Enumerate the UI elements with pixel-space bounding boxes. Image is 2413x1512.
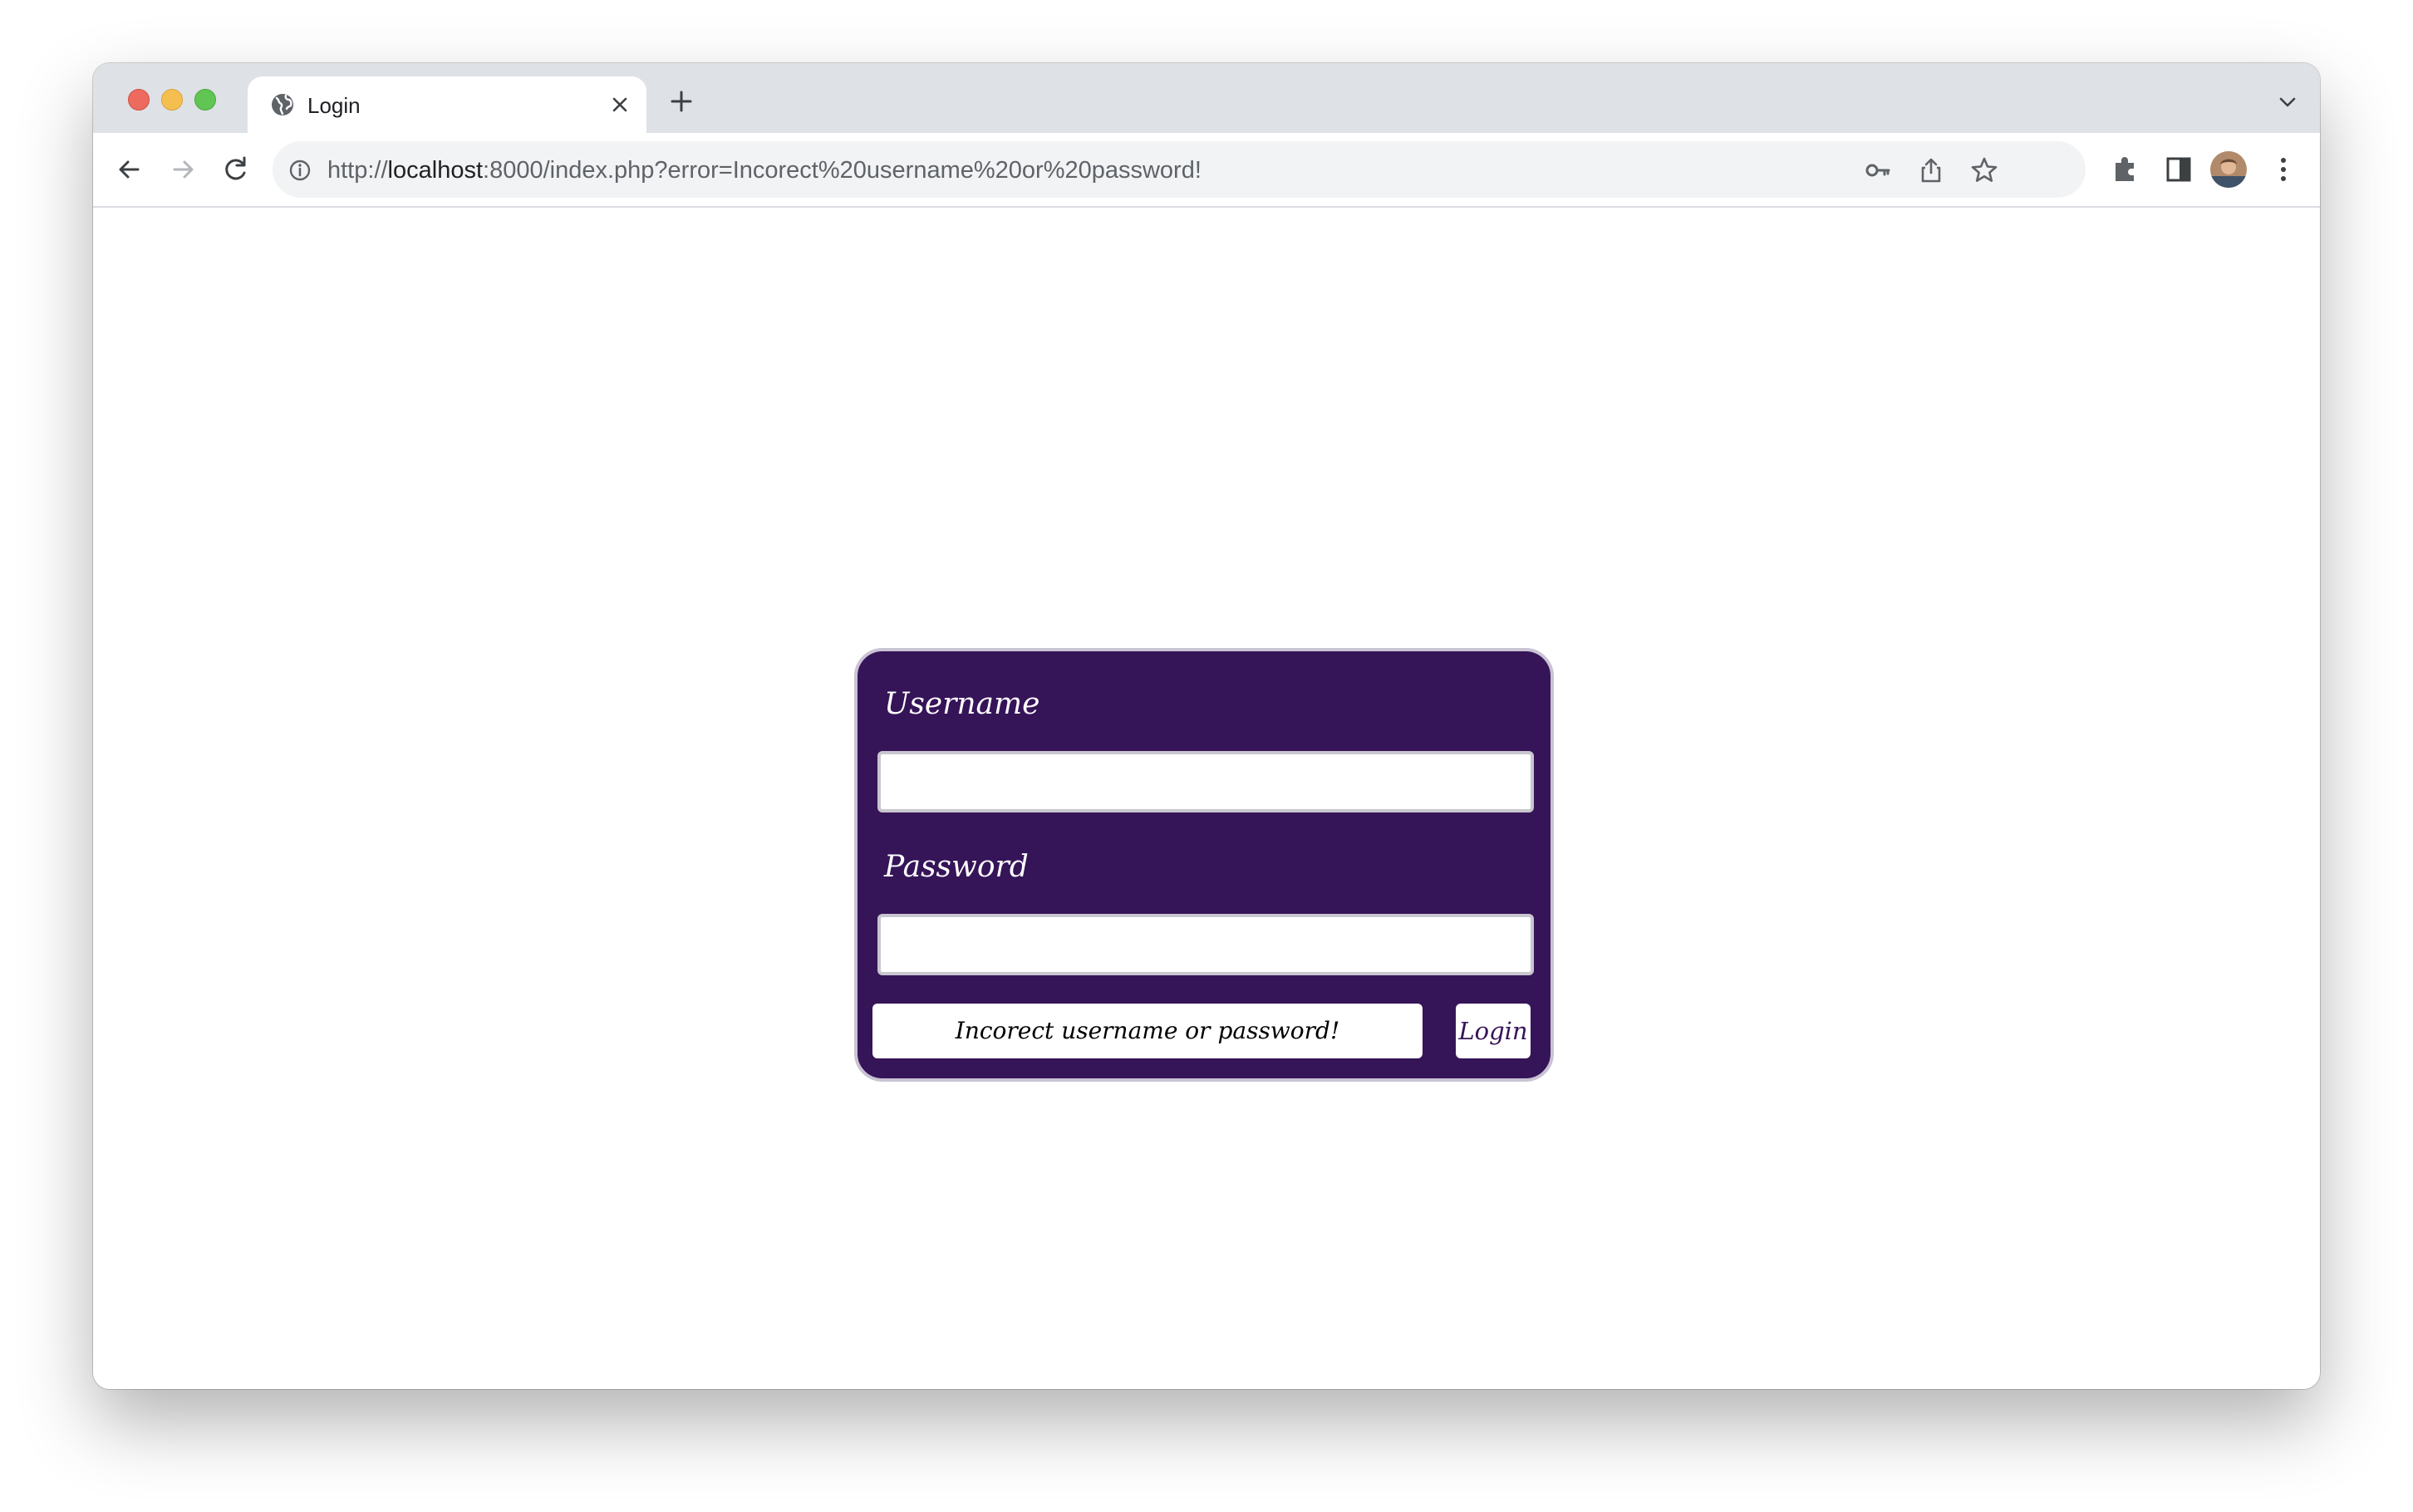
- globe-icon: [272, 94, 293, 115]
- back-arrow-icon[interactable]: [111, 151, 148, 188]
- login-button[interactable]: Login: [1456, 1004, 1531, 1058]
- forward-arrow-icon[interactable]: [165, 151, 201, 188]
- tab-strip: Login: [93, 63, 2320, 133]
- extensions-puzzle-icon[interactable]: [2107, 151, 2144, 188]
- site-info-icon[interactable]: [287, 158, 312, 183]
- page-content: Username Password Incorect username or p…: [93, 208, 2320, 1389]
- close-tab-icon[interactable]: [607, 91, 633, 118]
- address-bar[interactable]: http://localhost:8000/index.php?error=In…: [273, 141, 2086, 198]
- url-text[interactable]: http://localhost:8000/index.php?error=In…: [327, 156, 1202, 184]
- new-tab-icon[interactable]: [665, 85, 698, 118]
- username-input[interactable]: [877, 751, 1534, 812]
- bookmark-star-icon[interactable]: [1969, 155, 1999, 185]
- close-window-button[interactable]: [128, 89, 150, 110]
- tab-search-chevron-icon[interactable]: [2275, 90, 2300, 115]
- reload-icon[interactable]: [218, 151, 254, 188]
- password-label: Password: [884, 850, 1029, 884]
- url-host: localhost: [387, 157, 484, 184]
- password-input[interactable]: [877, 914, 1534, 975]
- login-form: Username Password Incorect username or p…: [854, 648, 1554, 1082]
- browser-window: Login http://localhost:8000/index.php?er…: [93, 63, 2320, 1389]
- username-label: Username: [884, 687, 1040, 721]
- profile-avatar-icon: [2210, 151, 2247, 188]
- share-icon[interactable]: [1916, 155, 1946, 185]
- password-key-icon[interactable]: [1863, 155, 1893, 185]
- minimize-window-button[interactable]: [161, 89, 183, 110]
- tab-title: Login: [307, 93, 361, 118]
- url-scheme: http://: [327, 157, 388, 184]
- more-menu-icon[interactable]: [2265, 151, 2302, 188]
- browser-toolbar: http://localhost:8000/index.php?error=In…: [93, 133, 2320, 208]
- maximize-window-button[interactable]: [194, 89, 216, 110]
- profile-avatar[interactable]: [2210, 151, 2247, 188]
- url-path: :8000/index.php?error=Incorect%20usernam…: [483, 157, 1202, 184]
- side-panel-icon[interactable]: [2160, 151, 2197, 188]
- error-message: Incorect username or password!: [872, 1004, 1423, 1058]
- tab-login[interactable]: Login: [248, 76, 646, 133]
